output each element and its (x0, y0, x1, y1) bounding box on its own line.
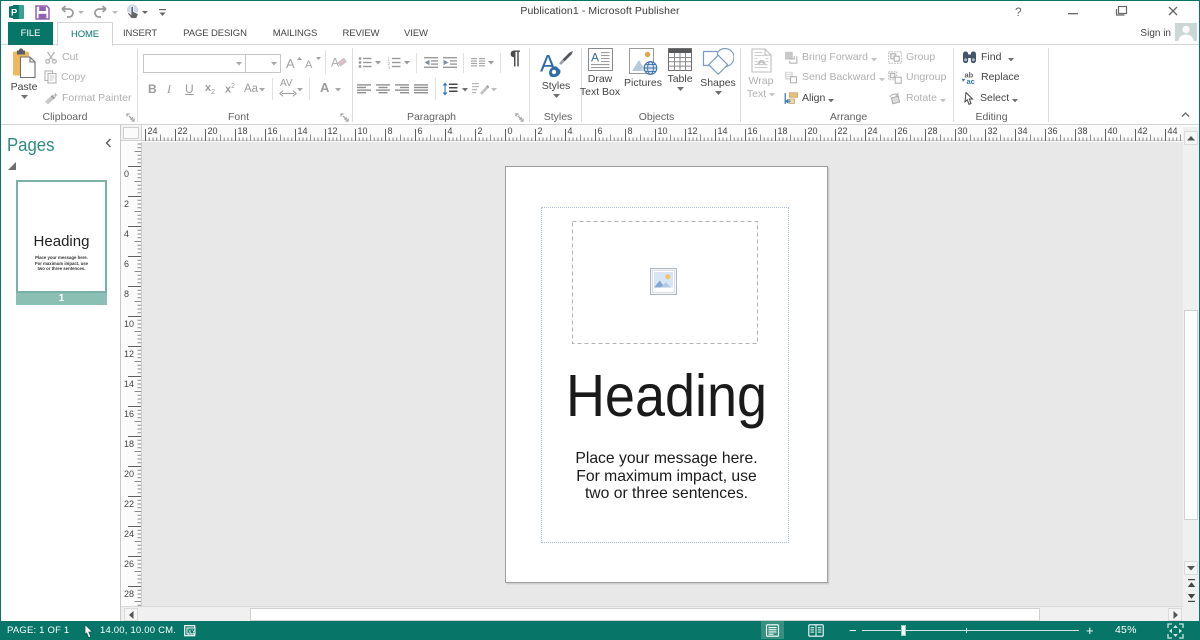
svg-text:10: 10 (358, 126, 368, 136)
svg-text:12: 12 (688, 126, 698, 136)
svg-text:A: A (286, 56, 295, 69)
svg-text:16: 16 (748, 126, 758, 136)
svg-text:18: 18 (778, 126, 788, 136)
svg-text:XY: XY (188, 630, 196, 636)
svg-text:20: 20 (808, 126, 818, 136)
svg-text:8: 8 (124, 289, 129, 299)
svg-text:4: 4 (124, 229, 129, 239)
svg-text:8: 8 (388, 126, 393, 136)
svg-text:10: 10 (124, 319, 134, 329)
svg-text:10: 10 (658, 126, 668, 136)
svg-text:12: 12 (124, 349, 134, 359)
svg-text:22: 22 (124, 499, 134, 509)
svg-text:6: 6 (418, 126, 423, 136)
svg-text:20: 20 (124, 469, 134, 479)
svg-text:2: 2 (124, 199, 129, 209)
svg-text:0: 0 (124, 169, 129, 179)
svg-text:2: 2 (478, 126, 483, 136)
svg-text:4: 4 (448, 126, 453, 136)
svg-text:18: 18 (238, 126, 248, 136)
svg-text:14: 14 (718, 126, 728, 136)
svg-text:22: 22 (178, 126, 188, 136)
svg-text:ac: ac (967, 77, 975, 84)
svg-text:12: 12 (328, 126, 338, 136)
svg-text:3: 3 (388, 65, 391, 69)
svg-text:18: 18 (124, 439, 134, 449)
svg-text:24: 24 (124, 529, 134, 539)
svg-text:16: 16 (124, 409, 134, 419)
svg-text:24: 24 (148, 126, 158, 136)
svg-text:34: 34 (1018, 126, 1028, 136)
svg-text:6: 6 (598, 126, 603, 136)
svg-text:20: 20 (208, 126, 218, 136)
svg-text:28: 28 (124, 589, 134, 599)
svg-text:42: 42 (1138, 126, 1148, 136)
svg-text:24: 24 (868, 126, 878, 136)
svg-text:30: 30 (958, 126, 968, 136)
svg-text:8: 8 (628, 126, 633, 136)
svg-text:A: A (331, 56, 339, 70)
svg-text:A: A (305, 59, 313, 69)
svg-text:26: 26 (124, 559, 134, 569)
svg-text:28: 28 (928, 126, 938, 136)
svg-text:32: 32 (988, 126, 998, 136)
svg-text:40: 40 (1108, 126, 1118, 136)
svg-text:22: 22 (838, 126, 848, 136)
svg-text:44: 44 (1168, 126, 1178, 136)
svg-text:6: 6 (124, 259, 129, 269)
svg-text:14: 14 (124, 379, 134, 389)
svg-text:A: A (591, 51, 599, 65)
svg-text:26: 26 (898, 126, 908, 136)
svg-text:0: 0 (508, 126, 513, 136)
svg-text:14: 14 (298, 126, 308, 136)
svg-text:38: 38 (1078, 126, 1088, 136)
svg-text:36: 36 (1048, 126, 1058, 136)
svg-text:4: 4 (568, 126, 573, 136)
svg-text:16: 16 (268, 126, 278, 136)
svg-text:2: 2 (538, 126, 543, 136)
